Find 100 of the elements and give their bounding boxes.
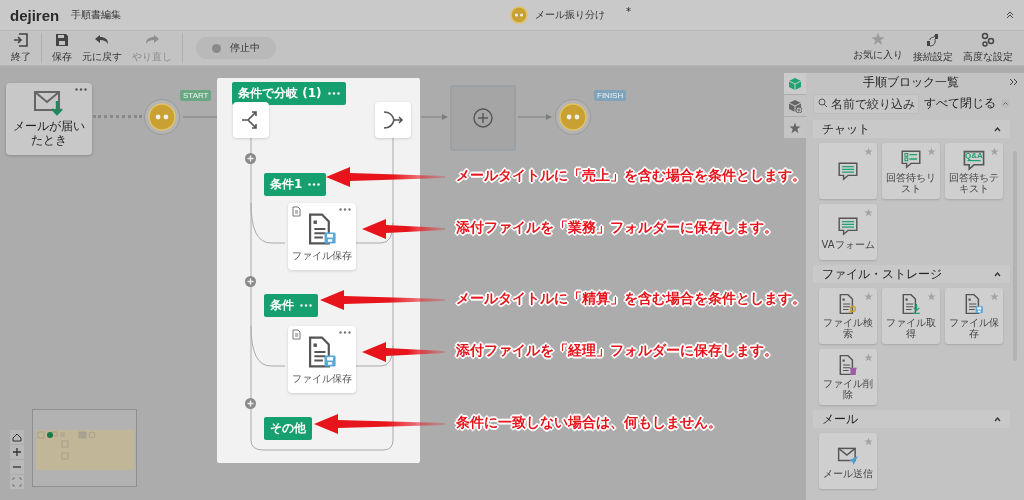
panel-tab[interactable] xyxy=(784,95,806,116)
block-label: ファイル削除 xyxy=(822,378,874,400)
collapse-icon[interactable] xyxy=(1006,11,1014,19)
zoom-in-button[interactable] xyxy=(10,445,24,459)
more-icon[interactable] xyxy=(339,208,351,211)
block-card[interactable]: 回答待ちリスト xyxy=(882,143,940,199)
panel-tab[interactable] xyxy=(784,117,806,138)
file-delete-icon xyxy=(837,354,859,376)
cube-icon xyxy=(788,76,802,91)
empty-step-slot[interactable] xyxy=(450,85,516,151)
document-icon xyxy=(292,206,301,217)
document-icon xyxy=(292,329,301,340)
start-label: START xyxy=(180,90,212,101)
finish-icon xyxy=(559,103,587,131)
collapse-panel-icon[interactable] xyxy=(1009,78,1018,86)
block-label: 回答待ちリスト xyxy=(885,172,937,194)
add-icon[interactable] xyxy=(245,153,256,164)
section-header[interactable]: ファイル・ストレージ xyxy=(813,265,1010,283)
split-node[interactable] xyxy=(233,102,269,138)
trigger-node[interactable]: メールが届いたとき xyxy=(6,83,92,155)
node-label: ファイル保存 xyxy=(292,372,352,385)
home-icon xyxy=(12,432,22,442)
chat-lines-icon xyxy=(837,160,859,182)
block-card[interactable]: ファイル検索 xyxy=(819,288,877,344)
more-icon[interactable] xyxy=(308,183,321,186)
gears-button[interactable]: 高度な設定 xyxy=(958,32,1018,64)
file-save-icon xyxy=(963,293,985,315)
dotted-connector xyxy=(93,115,142,118)
annotation-text: 添付ファイルを「経理」フォルダーに保存します。 xyxy=(456,342,778,360)
chevron-up-icon[interactable] xyxy=(1001,99,1010,108)
status-toggle[interactable]: 停止中 xyxy=(196,37,276,59)
merge-icon xyxy=(382,109,404,131)
undo-button[interactable]: 元に戻す xyxy=(77,32,127,64)
search-icon xyxy=(818,98,827,107)
home-button[interactable] xyxy=(10,430,24,444)
favorite-star-icon[interactable] xyxy=(864,353,873,362)
block-card[interactable]: ファイル削除 xyxy=(819,349,877,405)
add-icon xyxy=(473,108,493,128)
favorite-star-icon[interactable] xyxy=(927,147,936,156)
mail-download-icon xyxy=(34,90,64,117)
add-icon[interactable] xyxy=(245,398,256,409)
block-card[interactable]: ファイル取得 xyxy=(882,288,940,344)
start-icon xyxy=(148,103,176,131)
file-search-icon xyxy=(837,293,859,315)
block-card[interactable]: メール送信 xyxy=(819,433,877,489)
step-node[interactable]: ファイル保存 xyxy=(288,326,356,393)
connection-icon xyxy=(925,32,941,48)
block-card[interactable]: ファイル保存 xyxy=(945,288,1003,344)
block-label: VAフォーム xyxy=(821,238,875,250)
block-label: ファイル保存 xyxy=(948,317,1000,339)
more-icon[interactable] xyxy=(327,92,340,95)
chat-list-icon xyxy=(900,148,922,170)
finish-label: FINISH xyxy=(594,90,627,101)
block-label: 回答待ちテキスト xyxy=(948,172,1000,194)
annotation-text: 添付ファイルを「業務」フォルダーに保存します。 xyxy=(456,219,778,237)
annotation-text: メールタイトルに「精算」を含む場合を条件とします。 xyxy=(456,290,806,308)
favorite-star-icon[interactable] xyxy=(864,292,873,301)
favorite-star-icon[interactable] xyxy=(864,147,873,156)
annotation-text: メールタイトルに「売上」を含む場合を条件とします。 xyxy=(456,167,806,185)
exit-button[interactable]: 終了 xyxy=(6,32,36,64)
star-icon xyxy=(789,121,801,134)
more-icon[interactable] xyxy=(339,331,351,334)
connector-arrow xyxy=(421,114,448,120)
zoom-out-button[interactable] xyxy=(10,460,24,474)
star-button[interactable]: お気に入り xyxy=(848,32,908,64)
finish-node[interactable] xyxy=(555,99,591,135)
block-label: メール送信 xyxy=(823,467,873,479)
start-node[interactable] xyxy=(144,99,180,135)
node-label: メールが届いたとき xyxy=(12,120,86,148)
step-node[interactable]: ファイル保存 xyxy=(288,203,356,270)
minimap[interactable] xyxy=(32,409,137,487)
unsaved-mark: * xyxy=(626,6,631,17)
section-header[interactable]: チャット xyxy=(813,120,1010,138)
favorite-star-icon[interactable] xyxy=(927,292,936,301)
favorite-star-icon[interactable] xyxy=(864,437,873,446)
annotation-text: 条件に一致しない場合は、何もしません。 xyxy=(456,414,722,432)
favorite-star-icon[interactable] xyxy=(990,147,999,156)
more-icon[interactable] xyxy=(300,304,312,307)
gears-icon xyxy=(980,32,996,48)
save-button[interactable]: 保存 xyxy=(47,32,77,64)
panel-tab[interactable] xyxy=(784,73,806,94)
search-field[interactable]: 名前で絞り込み xyxy=(813,94,919,114)
favorite-star-icon[interactable] xyxy=(864,208,873,217)
block-card[interactable]: VAフォーム xyxy=(819,204,877,260)
connect-button[interactable]: 接続設定 xyxy=(908,32,958,64)
block-label: ファイル取得 xyxy=(885,317,937,339)
merge-node[interactable] xyxy=(375,102,411,138)
page-title: 手順書編集 xyxy=(71,8,122,22)
collapse-all-link[interactable]: すべて閉じる xyxy=(924,95,996,112)
connector-arrow xyxy=(518,114,552,120)
add-icon[interactable] xyxy=(245,276,256,287)
cube-plus-icon xyxy=(788,98,802,113)
section-header[interactable]: メール xyxy=(813,410,1010,428)
block-card[interactable]: Q&A 回答待ちテキスト xyxy=(945,143,1003,199)
flow-icon xyxy=(510,6,528,24)
favorite-star-icon[interactable] xyxy=(990,292,999,301)
block-card[interactable] xyxy=(819,143,877,199)
exit-icon xyxy=(13,32,29,48)
file-download-icon xyxy=(900,293,922,315)
more-icon[interactable] xyxy=(75,88,87,91)
